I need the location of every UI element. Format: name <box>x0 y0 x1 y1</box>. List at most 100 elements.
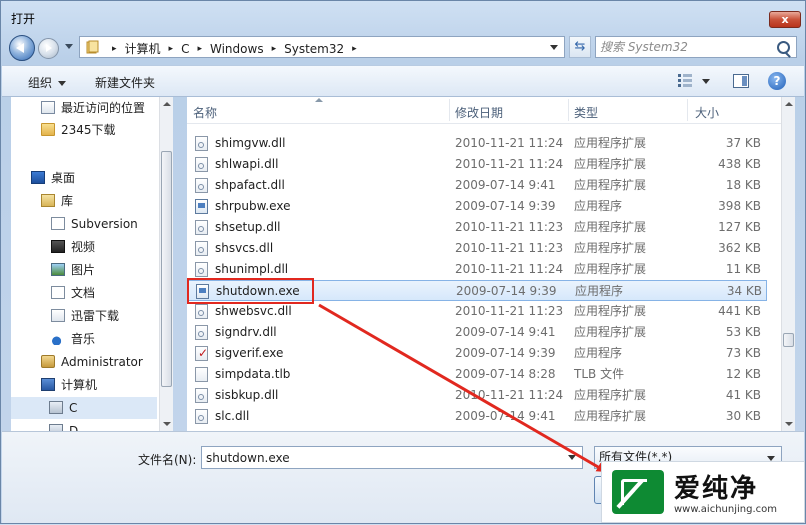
sidebar-item-label: 音乐 <box>71 332 96 346</box>
watermark-url: www.aichunjing.com <box>674 504 777 515</box>
file-name: shunimpl.dll <box>215 262 289 276</box>
forward-button[interactable] <box>38 38 59 59</box>
column-header-type[interactable]: 类型 <box>574 104 598 121</box>
file-size: 362 KB <box>718 241 761 255</box>
music-library-icon <box>51 332 65 345</box>
column-divider[interactable] <box>449 99 450 121</box>
file-list-scrollbar[interactable] <box>781 97 795 431</box>
sidebar-item-label: Administrator <box>61 355 143 369</box>
file-size: 41 KB <box>725 388 761 402</box>
file-row[interactable]: shpafact.dll 2009-07-14 9:41 应用程序扩展 18 KB <box>187 175 767 196</box>
column-divider[interactable] <box>568 99 569 121</box>
sidebar-item-label: 迅雷下载 <box>71 309 120 323</box>
file-row[interactable]: shwebsvc.dll 2010-11-21 11:23 应用程序扩展 441 KB <box>187 301 767 322</box>
scroll-up-icon[interactable] <box>163 102 171 106</box>
scroll-down-icon[interactable] <box>163 422 171 426</box>
drive-c-icon <box>49 401 63 414</box>
sidebar-item[interactable]: 桌面 <box>31 167 75 189</box>
address-dropdown-button[interactable] <box>550 45 558 50</box>
file-row[interactable]: shunimpl.dll 2010-11-21 11:24 应用程序扩展 11 KB <box>187 259 767 280</box>
file-name: signdrv.dll <box>215 325 277 339</box>
breadcrumb-separator-icon[interactable]: ▸ <box>112 44 117 54</box>
file-type: 应用程序扩展 <box>574 325 647 339</box>
breadcrumb-separator-icon[interactable]: ▸ <box>169 44 174 54</box>
scroll-up-icon[interactable] <box>785 102 793 106</box>
file-modified-date: 2009-07-14 8:28 <box>455 367 556 381</box>
new-folder-button[interactable]: 新建文件夹 <box>95 74 155 91</box>
help-button[interactable]: ? <box>768 72 786 90</box>
breadcrumb-item[interactable]: 计算机 <box>125 40 161 57</box>
dll-file-icon <box>195 241 208 256</box>
file-row[interactable]: slc.dll 2009-07-14 9:41 应用程序扩展 30 KB <box>187 406 767 427</box>
file-name-dropdown-icon[interactable] <box>568 455 576 460</box>
sidebar-item[interactable]: Subversion <box>51 213 138 235</box>
breadcrumb-separator-icon[interactable]: ▸ <box>197 44 202 54</box>
breadcrumb-item[interactable]: System32 <box>284 42 344 56</box>
sidebar-item[interactable]: 计算机 <box>41 374 97 396</box>
column-header-name[interactable]: 名称 <box>193 104 217 121</box>
recent-places-icon <box>41 101 55 114</box>
file-row[interactable]: sisbkup.dll 2010-11-21 11:24 应用程序扩展 41 KB <box>187 385 767 406</box>
file-name-label: 文件名(N): <box>138 453 197 467</box>
sidebar-item[interactable]: C <box>11 397 157 419</box>
search-input[interactable] <box>600 39 770 55</box>
preview-pane-icon[interactable] <box>733 74 749 88</box>
dll-file-icon <box>195 409 208 424</box>
file-name: shpafact.dll <box>215 178 285 192</box>
sidebar-item[interactable]: 最近访问的位置 <box>41 97 145 119</box>
file-row[interactable]: signdrv.dll 2009-07-14 9:41 应用程序扩展 53 KB <box>187 322 767 343</box>
refresh-button[interactable]: ⇆ <box>569 36 591 58</box>
computer-icon <box>41 378 55 391</box>
column-header-date[interactable]: 修改日期 <box>455 104 503 121</box>
recent-locations-dropdown[interactable] <box>65 44 73 49</box>
file-size: 18 KB <box>725 178 761 192</box>
sidebar-item[interactable]: Administrator <box>41 351 143 373</box>
file-row[interactable]: shsetup.dll 2010-11-21 11:23 应用程序扩展 127 KB <box>187 217 767 238</box>
file-modified-date: 2009-07-14 9:39 <box>455 346 556 360</box>
column-header-size[interactable]: 大小 <box>695 104 719 121</box>
breadcrumb-separator-icon[interactable]: ▸ <box>272 44 277 54</box>
search-box[interactable] <box>595 36 797 58</box>
file-type: 应用程序 <box>575 284 624 298</box>
change-view-icon[interactable] <box>678 74 692 87</box>
sidebar-item[interactable]: D <box>49 420 78 431</box>
sidebar-item-label: 文档 <box>71 286 96 300</box>
breadcrumb-item[interactable]: C <box>181 42 189 56</box>
sidebar-item[interactable]: 图片 <box>51 259 95 281</box>
scroll-thumb[interactable] <box>161 151 172 387</box>
folder-icon <box>41 123 55 136</box>
file-size: 37 KB <box>725 136 761 150</box>
search-icon[interactable] <box>777 41 790 54</box>
file-row[interactable]: shsvcs.dll 2010-11-21 11:23 应用程序扩展 362 KB <box>187 238 767 259</box>
file-row[interactable]: shimgvw.dll 2010-11-21 11:24 应用程序扩展 37 KB <box>187 133 767 154</box>
scroll-thumb[interactable] <box>783 333 794 347</box>
sidebar-item-label: 2345下载 <box>61 123 116 137</box>
breadcrumb-separator-icon[interactable]: ▸ <box>352 44 357 54</box>
sidebar-item[interactable]: 库 <box>41 190 73 212</box>
file-type: 应用程序扩展 <box>574 220 647 234</box>
back-button[interactable] <box>9 35 35 61</box>
breadcrumb-item[interactable]: Windows <box>210 42 264 56</box>
file-size: 438 KB <box>718 157 761 171</box>
sidebar-item[interactable]: 视频 <box>51 236 95 258</box>
file-name: shsetup.dll <box>215 220 281 234</box>
file-row[interactable]: simpdata.tlb 2009-07-14 8:28 TLB 文件 12 KB <box>187 364 767 385</box>
navigation-pane-scrollbar[interactable] <box>159 97 173 431</box>
file-row[interactable]: shlwapi.dll 2010-11-21 11:24 应用程序扩展 438 KB <box>187 154 767 175</box>
file-size: 127 KB <box>718 220 761 234</box>
file-row[interactable]: sigverif.exe 2009-07-14 9:39 应用程序 73 KB <box>187 343 767 364</box>
file-name-input[interactable] <box>201 446 583 469</box>
file-modified-date: 2010-11-21 11:23 <box>455 220 564 234</box>
view-options-dropdown[interactable] <box>702 79 710 84</box>
file-row[interactable]: shrpubw.exe 2009-07-14 9:39 应用程序 398 KB <box>187 196 767 217</box>
sidebar-item[interactable]: 迅雷下载 <box>51 305 119 327</box>
address-bar[interactable]: ▸ 计算机 ▸ C ▸ Windows ▸ System32 ▸ <box>79 36 565 58</box>
column-divider[interactable] <box>687 99 688 121</box>
close-button[interactable]: x <box>769 11 801 28</box>
sidebar-item[interactable]: 2345下载 <box>41 119 116 141</box>
scroll-down-icon[interactable] <box>785 422 793 426</box>
sidebar-item[interactable]: 音乐 <box>51 328 95 350</box>
file-size: 30 KB <box>725 409 761 423</box>
organize-button[interactable]: 组织 <box>28 74 67 91</box>
sidebar-item[interactable]: 文档 <box>51 282 95 304</box>
